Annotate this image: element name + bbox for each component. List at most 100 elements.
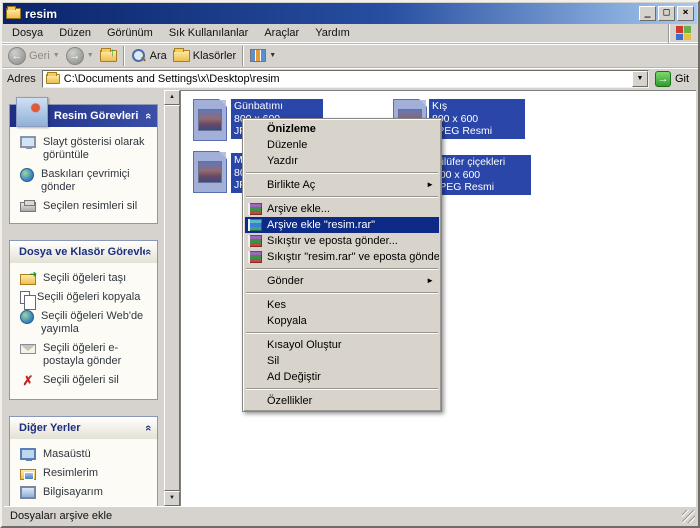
sidebar-item-publish-web[interactable]: Seçili öğeleri Web'de yayımla [12,307,155,339]
collapse-chevron-icon[interactable]: « [137,113,159,119]
menu-item-sil[interactable]: Sil [245,353,439,369]
menu-item-gonder[interactable]: Gönder ► [245,273,439,289]
scroll-up-button[interactable]: ▲ [164,90,180,105]
sidebar-item-label: Resimlerim [43,467,98,480]
sidebar-item-desktop[interactable]: Masaüstü [12,445,155,464]
sidebar-item-label: Seçili öğeleri sil [43,374,119,389]
menu-item-sikistir-ve-eposta[interactable]: Sıkıştır ve eposta gönder... [245,233,439,249]
menu-duzen[interactable]: Düzen [51,25,99,41]
panel-other-places: Diğer Yerler « Masaüstü Resimlerim Bilgi… [9,416,158,506]
window-folder-icon [6,8,21,19]
file-name: Günbatımı [234,100,320,113]
go-button[interactable]: → Git [649,71,695,87]
menu-item-ozellikler[interactable]: Özellikler [245,393,439,409]
back-label: Geri [29,50,50,62]
address-dropdown-button[interactable]: ▼ [632,71,648,87]
minimize-button[interactable]: _ [639,6,656,21]
address-path[interactable]: C:\Documents and Settings\x\Desktop\resi… [64,73,632,85]
collapse-chevron-icon[interactable]: « [137,425,159,431]
file-list-area[interactable]: Günbatımı 800 x 600 JPEG Resmi Kış 800 x… [180,90,696,506]
menu-item-sikistir-resim-rar-ve-eposta[interactable]: Sıkıştır "resim.rar" ve eposta gönder [245,249,439,265]
menu-item-kes[interactable]: Kes [245,297,439,313]
menu-item-label: Arşive ekle... [267,203,330,215]
search-button[interactable]: Ara [128,45,170,67]
menu-item-kisayol-olustur[interactable]: Kısayol Oluştur [245,337,439,353]
sidebar-item-email-items[interactable]: Seçili öğeleri e-postayla gönder [12,339,155,371]
sidebar-item-delete-items[interactable]: ✗ Seçili öğeleri sil [12,371,155,392]
collapse-chevron-icon[interactable]: « [137,249,159,255]
explorer-window: resim _ □ × Dosya Düzen Görünüm Sık Kull… [0,0,700,528]
sidebar-scrollbar[interactable]: ▲ ▼ [164,90,180,506]
menu-item-label: Sıkıştır "resim.rar" ve eposta gönder [267,251,439,263]
menu-dosya[interactable]: Dosya [4,25,51,41]
menu-item-birlikte-ac[interactable]: Birlikte Aç ► [245,177,439,193]
desktop-icon [20,448,36,460]
resize-grip[interactable] [682,510,695,523]
forward-dropdown-icon[interactable]: ▼ [87,52,94,59]
back-button[interactable]: ← Geri ▼ [5,45,63,67]
menu-item-onizleme[interactable]: Önizleme [245,121,439,137]
search-label: Ara [150,50,167,62]
toolbar-separator [123,46,125,66]
close-button[interactable]: × [677,6,694,21]
folders-button[interactable]: Klasörler [170,45,239,67]
toolbar: ← Geri ▼ → ▼ ↑ Ara Klasörler ▼ [2,43,698,67]
sidebar-item-label: Masaüstü [43,448,91,461]
sidebar-item-my-pictures[interactable]: Resimlerim [12,464,155,483]
address-input[interactable]: C:\Documents and Settings\x\Desktop\resi… [42,70,649,88]
sidebar-item-label: Bilgisayarım [43,486,103,499]
address-label: Adres [5,73,42,85]
menu-gorunum[interactable]: Görünüm [99,25,161,41]
sidebar-item-copy-items[interactable]: Seçili öğeleri kopyala [12,288,155,307]
menu-separator [246,268,438,270]
file-label-kis[interactable]: Kış 800 x 600 JPEG Resmi [429,99,525,139]
panel-other-places-header[interactable]: Diğer Yerler « [10,417,157,439]
file-dimensions: 800 x 600 [432,113,522,126]
search-icon [131,48,147,64]
menu-item-arsive-ekle[interactable]: Arşive ekle... [245,201,439,217]
up-button[interactable]: ↑ [97,45,120,67]
sidebar-item-slideshow[interactable]: Slayt gösterisi olarak görüntüle [12,133,155,165]
panel-picture-tasks: Resim Görevleri « Slayt gösterisi olarak… [9,104,158,224]
back-icon: ← [8,47,26,65]
forward-button[interactable]: → ▼ [63,45,97,67]
file-label-nilufer-cicekleri[interactable]: Nilüfer çiçekleri 800 x 600 JPEG Resmi [431,155,531,195]
menu-separator [246,332,438,334]
my-computer-icon [20,486,36,499]
panel-file-folder-tasks: Dosya ve Klasör Görevleri « Seçili öğele… [9,240,158,400]
sidebar-item-order-prints[interactable]: Baskıları çevrimiçi gönder [12,165,155,197]
menu-item-kopyala[interactable]: Kopyala [245,313,439,329]
panel-file-folder-tasks-header[interactable]: Dosya ve Klasör Görevleri « [10,241,157,263]
scrollbar-thumb[interactable] [164,105,180,491]
file-icon-gunbatimi[interactable] [193,99,227,141]
sidebar-item-my-computer[interactable]: Bilgisayarım [12,483,155,502]
go-icon: → [655,71,671,87]
sidebar-item-delete-pictures[interactable]: Seçilen resimleri sil [12,197,155,216]
status-text: Dosyaları arşive ekle [10,510,112,522]
menu-item-ad-degistir[interactable]: Ad Değiştir [245,369,439,385]
menu-araclar[interactable]: Araçlar [256,25,307,41]
sidebar-item-label: Seçilen resimleri sil [43,200,137,213]
menu-item-duzenle[interactable]: Düzenle [245,137,439,153]
file-icon-mavi-tepeler[interactable] [193,151,227,193]
back-dropdown-icon[interactable]: ▼ [53,52,60,59]
views-button[interactable]: ▼ [247,45,279,67]
order-prints-icon [20,168,34,182]
menu-item-arsive-ekle-resim-rar[interactable]: Arşive ekle "resim.rar" [245,217,439,233]
menu-sik-kullanilanlar[interactable]: Sık Kullanılanlar [161,25,257,41]
toolbar-separator [242,46,244,66]
menu-item-label: Gönder [267,275,304,287]
publish-web-icon [20,310,34,324]
title-bar[interactable]: resim _ □ × [3,3,697,24]
menu-item-yazdir[interactable]: Yazdır [245,153,439,169]
panel-title: Resim Görevleri [54,105,145,127]
my-pictures-icon [20,469,36,480]
menu-separator [246,292,438,294]
submenu-arrow-icon: ► [426,177,434,193]
views-dropdown-icon[interactable]: ▼ [269,52,276,59]
scroll-down-button[interactable]: ▼ [164,491,180,506]
winrar-icon [248,251,262,263]
maximize-button[interactable]: □ [658,6,675,21]
menu-yardim[interactable]: Yardım [307,25,358,41]
sidebar-item-move-items[interactable]: Seçili öğeleri taşı [12,269,155,288]
